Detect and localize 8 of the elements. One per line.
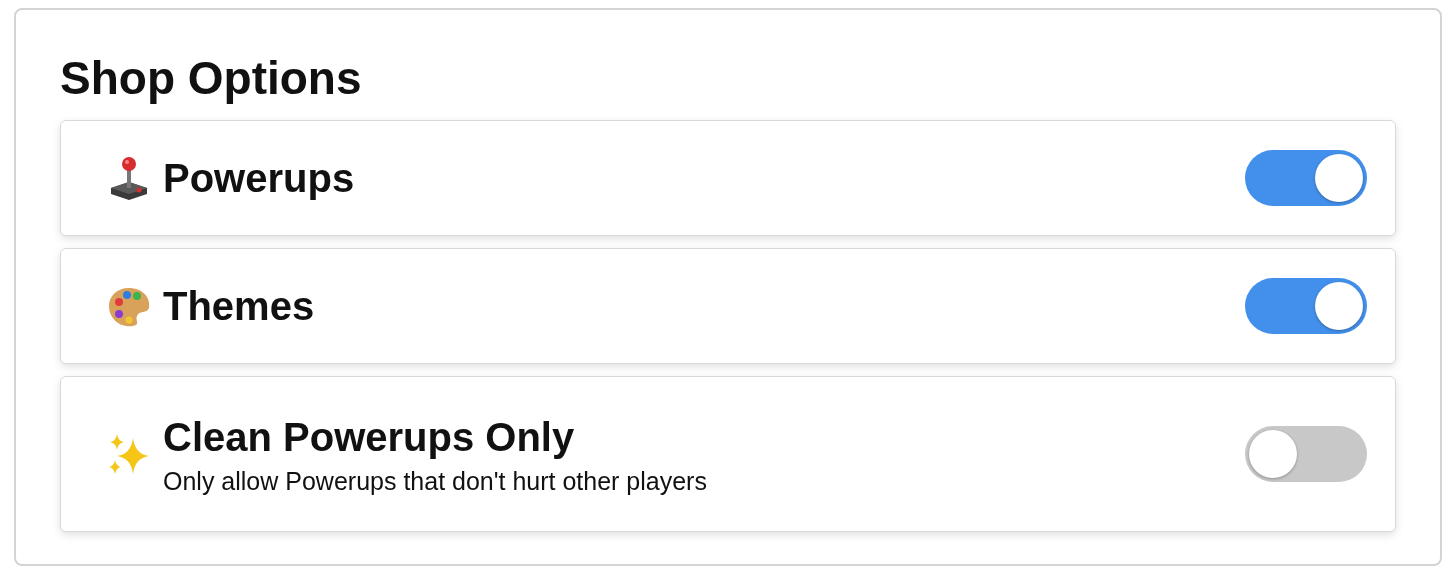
option-label: Clean Powerups Only [163, 413, 576, 461]
option-description: Only allow Powerups that don't hurt other players [163, 466, 708, 496]
toggle-switch[interactable] [1245, 150, 1367, 206]
option-label: Powerups [163, 155, 356, 202]
toggle-switch[interactable] [1245, 278, 1367, 334]
option-label: Themes [163, 283, 316, 330]
toggle-switch[interactable] [1245, 426, 1367, 482]
panel-title: Shop Options [60, 51, 363, 106]
